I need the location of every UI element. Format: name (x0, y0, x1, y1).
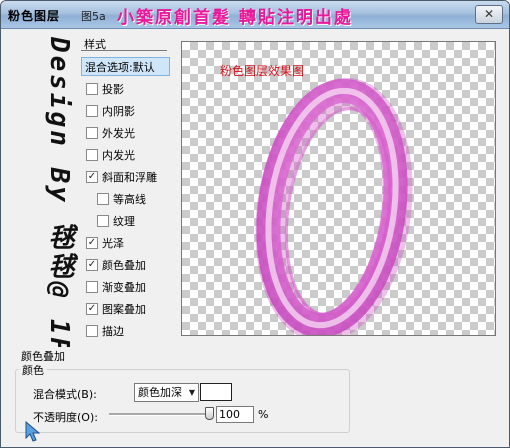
opacity-unit: % (258, 408, 269, 421)
style-checkbox[interactable] (97, 192, 109, 205)
blend-mode-select[interactable]: 颜色加深 ▼ (134, 383, 199, 402)
mouse-pointer-icon (25, 421, 41, 442)
style-item-label: 混合选项:默认 (85, 60, 155, 74)
style-item-label: 纹理 (113, 214, 135, 228)
style-item-label: 等高线 (113, 192, 146, 206)
style-item[interactable]: 内发光 (81, 145, 167, 164)
style-item[interactable]: 混合选项:默认 (81, 57, 170, 76)
style-checkbox[interactable] (86, 324, 98, 337)
overlay-color-swatch[interactable] (200, 383, 232, 401)
style-item-label: 内阴影 (102, 104, 135, 118)
window-title: 粉色图层 (8, 9, 61, 23)
window-subtitle: 图5a (81, 10, 106, 23)
style-item[interactable]: 投影 (81, 79, 167, 98)
designer-credit-text: Design By 毬毬@ 1Ps.Cn (44, 37, 74, 347)
opacity-slider-thumb[interactable] (205, 407, 214, 420)
style-checkbox[interactable] (86, 82, 98, 95)
style-checkbox[interactable] (86, 104, 98, 117)
preview-caption: 粉色图层效果图 (220, 64, 305, 78)
styles-header-divider (81, 50, 167, 51)
style-item[interactable]: 描边 (81, 321, 167, 340)
opacity-input[interactable]: 100 (216, 406, 254, 423)
style-checkbox[interactable] (86, 126, 98, 139)
style-item-label: 内发光 (102, 148, 135, 162)
style-item-label: 光泽 (102, 236, 124, 250)
style-item[interactable]: 内阴影 (81, 101, 167, 120)
title-bar[interactable]: 粉色图层 图5a 小築原創首髮 轉貼注明出處 ✕ (1, 1, 509, 29)
styles-list: 样式 混合选项:默认 投影 内阴影 外发光 内发光 ✓ 斜面和浮雕 等高线 纹理 ✓ 光泽 ✓ 颜色叠加… (81, 36, 170, 341)
style-item-label: 图案叠加 (102, 302, 146, 316)
close-button[interactable]: ✕ (475, 5, 503, 24)
style-checkbox[interactable] (86, 148, 98, 161)
style-item-label: 颜色叠加 (102, 258, 146, 272)
color-group-legend: 颜色 (19, 362, 47, 378)
title-banner: 小築原創首髮 轉貼注明出處 (117, 8, 353, 28)
style-item[interactable]: 纹理 (81, 211, 167, 230)
style-checkbox[interactable]: ✓ (86, 302, 98, 315)
style-checkbox[interactable] (86, 280, 98, 293)
style-checkbox[interactable] (97, 214, 109, 227)
style-item[interactable]: 外发光 (81, 123, 167, 142)
style-item[interactable]: ✓ 图案叠加 (81, 299, 167, 318)
close-icon: ✕ (483, 7, 495, 21)
style-item[interactable]: ✓ 光泽 (81, 233, 167, 252)
preview-canvas: 粉色图层效果图 (181, 41, 496, 336)
style-item[interactable]: 等高线 (81, 189, 167, 208)
blend-mode-label: 混合模式(B): (33, 388, 97, 401)
style-item-label: 投影 (102, 82, 124, 96)
blend-mode-value: 颜色加深 (138, 386, 182, 399)
ring-preview-image (255, 77, 413, 335)
style-item-label: 斜面和浮雕 (102, 170, 157, 184)
style-item-label: 渐变叠加 (102, 280, 146, 294)
style-checkbox[interactable]: ✓ (86, 236, 98, 249)
style-item[interactable]: 渐变叠加 (81, 277, 167, 296)
style-item[interactable]: ✓ 斜面和浮雕 (81, 167, 167, 186)
style-item-label: 描边 (102, 324, 124, 338)
style-checkbox[interactable]: ✓ (86, 170, 98, 183)
chevron-down-icon: ▼ (188, 388, 195, 397)
style-item[interactable]: ✓ 颜色叠加 (81, 255, 167, 274)
style-checkbox[interactable]: ✓ (86, 258, 98, 271)
layer-style-dialog: 粉色图层 图5a 小築原創首髮 轉貼注明出處 ✕ Design By 毬毬@ 1… (0, 0, 510, 448)
style-item-label: 外发光 (102, 126, 135, 140)
opacity-slider-track[interactable] (109, 413, 209, 416)
